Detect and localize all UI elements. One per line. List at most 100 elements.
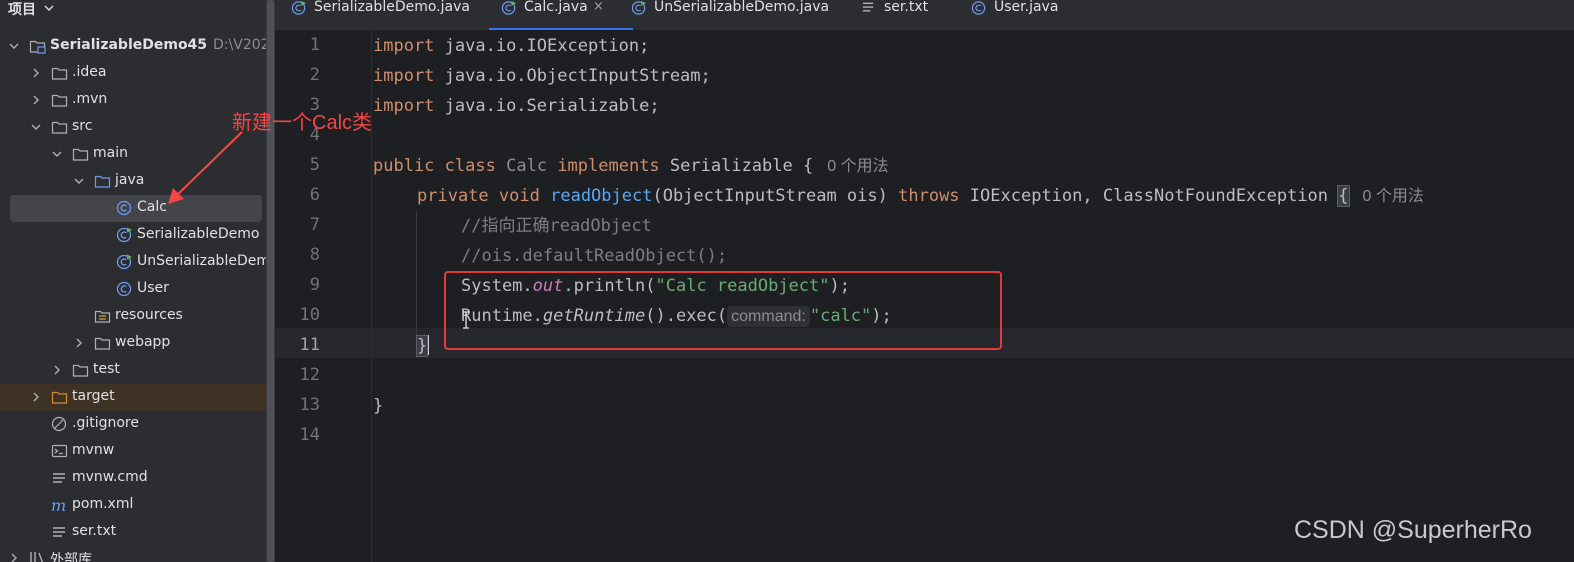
- line-number: 6: [309, 185, 320, 205]
- folder-icon: [51, 94, 68, 107]
- project-panel-scrollbar[interactable]: [266, 0, 275, 562]
- tree-item-unserializabledemo[interactable]: UnSerializableDemo: [0, 249, 266, 276]
- editor-tab-bar: SerializableDemo.java Calc.java × UnSeri…: [275, 0, 1574, 31]
- source-folder-icon: [94, 175, 111, 188]
- chevron-down-icon[interactable]: [74, 176, 84, 186]
- folder-icon: [72, 148, 89, 161]
- code-line-1: import java.io.IOException;: [373, 36, 650, 56]
- tree-item-label: resources: [115, 307, 183, 323]
- tab-serializabledemo[interactable]: SerializableDemo.java: [291, 0, 481, 30]
- module-path: D:\V2024-11: [213, 37, 266, 53]
- line-number-current: 11: [299, 335, 320, 355]
- tree-item-label: .mvn: [72, 91, 108, 107]
- scrollbar-thumb[interactable]: [267, 0, 274, 562]
- text-file-icon: [862, 2, 874, 12]
- tree-item-serializabledemo[interactable]: SerializableDemo: [0, 222, 266, 249]
- tree-item-mvn[interactable]: .mvn: [0, 87, 266, 114]
- usage-hint[interactable]: 0 个用法: [1363, 188, 1424, 205]
- tab-label: SerializableDemo.java: [314, 0, 470, 15]
- tree-item-label: ser.txt: [72, 523, 117, 539]
- tab-user[interactable]: User.java: [971, 0, 1071, 30]
- tree-item-label: mvnw: [72, 442, 115, 458]
- tree-item-user[interactable]: User: [0, 276, 266, 303]
- tree-item-idea[interactable]: .idea: [0, 60, 266, 87]
- usage-hint[interactable]: 0 个用法: [827, 158, 888, 175]
- chevron-right-icon[interactable]: [31, 68, 41, 78]
- chevron-right-icon[interactable]: [9, 553, 19, 562]
- java-class-icon: [116, 281, 132, 297]
- line-number: 12: [299, 365, 320, 385]
- chevron-right-icon[interactable]: [52, 365, 62, 375]
- line-number: 5: [309, 155, 320, 175]
- line-number: 13: [299, 395, 320, 415]
- line-number: 8: [309, 245, 320, 265]
- tree-item-label: mvnw.cmd: [72, 469, 148, 485]
- resources-folder-icon: [94, 310, 111, 323]
- tree-item-label: .idea: [72, 64, 107, 80]
- code-line-6: private void readObject(ObjectInputStrea…: [417, 185, 1424, 207]
- code-line-11: }: [415, 335, 430, 357]
- module-folder-icon: [29, 40, 46, 54]
- tab-label: ser.txt: [884, 0, 929, 15]
- line-number: 9: [309, 275, 320, 295]
- chevron-right-icon[interactable]: [31, 95, 41, 105]
- tab-label: UnSerializableDemo.java: [654, 0, 830, 15]
- java-runnable-class-icon: [116, 254, 132, 270]
- annotation-text: 新建一个Calc类: [232, 112, 373, 134]
- tree-item-label: main: [93, 145, 128, 161]
- tree-item-webapp[interactable]: webapp: [0, 330, 266, 357]
- java-class-icon: [501, 0, 517, 15]
- folder-icon: [51, 121, 68, 134]
- annotation-arrow-icon: [168, 131, 243, 204]
- folder-icon: [72, 364, 89, 377]
- highlight-box: [444, 271, 1002, 350]
- tab-ser-txt[interactable]: ser.txt: [861, 0, 941, 30]
- chevron-down-icon[interactable]: [9, 41, 19, 51]
- tree-item-mvnw[interactable]: mvnw: [0, 438, 266, 465]
- java-class-icon: [116, 200, 132, 216]
- tree-item-label: 外部库: [50, 552, 92, 562]
- tree-item-test[interactable]: test: [0, 357, 266, 384]
- chevron-down-icon[interactable]: [31, 122, 41, 132]
- line-number: 1: [309, 35, 320, 55]
- tree-item-mvnw-cmd[interactable]: mvnw.cmd: [0, 465, 266, 492]
- chevron-down-icon[interactable]: [44, 3, 54, 13]
- tree-item-target[interactable]: target: [0, 384, 266, 411]
- tree-item-resources[interactable]: resources: [0, 303, 266, 330]
- tree-item-label: UnSerializableDemo: [137, 253, 266, 269]
- chevron-down-icon[interactable]: [52, 149, 62, 159]
- tree-item-label: target: [72, 388, 115, 404]
- chevron-right-icon[interactable]: [74, 338, 84, 348]
- active-tab-indicator: [489, 28, 633, 30]
- indent-guide: [416, 211, 417, 351]
- folder-icon: [94, 337, 111, 350]
- text-file-icon: [53, 473, 65, 483]
- tree-item-module[interactable]: SerializableDemo45 D:\V2024-11: [0, 33, 266, 60]
- watermark: CSDN @SuperherRo: [1294, 516, 1532, 544]
- code-line-13: }: [373, 396, 384, 416]
- tree-item-label: src: [72, 118, 93, 134]
- library-icon: [30, 552, 44, 562]
- project-panel-title: 项目: [8, 2, 36, 18]
- maven-icon: m: [51, 497, 66, 513]
- java-runnable-class-icon: [116, 227, 132, 243]
- tree-item-external-libraries[interactable]: 外部库: [0, 545, 266, 562]
- tree-item-label: .gitignore: [72, 415, 139, 431]
- tab-label: Calc.java: [524, 0, 588, 15]
- tree-item-pom[interactable]: m pom.xml: [0, 492, 266, 519]
- close-icon[interactable]: ×: [593, 0, 604, 14]
- tree-item-gitignore[interactable]: .gitignore: [0, 411, 266, 438]
- tree-item-ser-txt[interactable]: ser.txt: [0, 519, 266, 546]
- java-class-icon: [971, 1, 986, 15]
- code-line-5: public class Calc implements Serializabl…: [373, 156, 889, 176]
- java-runnable-class-icon: [631, 0, 647, 15]
- excluded-folder-icon: [51, 391, 68, 404]
- tab-unserializabledemo[interactable]: UnSerializableDemo.java: [631, 0, 831, 30]
- chevron-right-icon[interactable]: [31, 392, 41, 402]
- project-panel: 项目 SerializableDemo45 D:\V2024-11 .idea .…: [0, 0, 266, 562]
- line-number: 2: [309, 65, 320, 85]
- project-panel-header[interactable]: 项目: [0, 0, 266, 18]
- tab-calc[interactable]: Calc.java ×: [489, 0, 633, 30]
- tree-item-label: test: [93, 361, 120, 377]
- text-file-icon: [53, 527, 65, 537]
